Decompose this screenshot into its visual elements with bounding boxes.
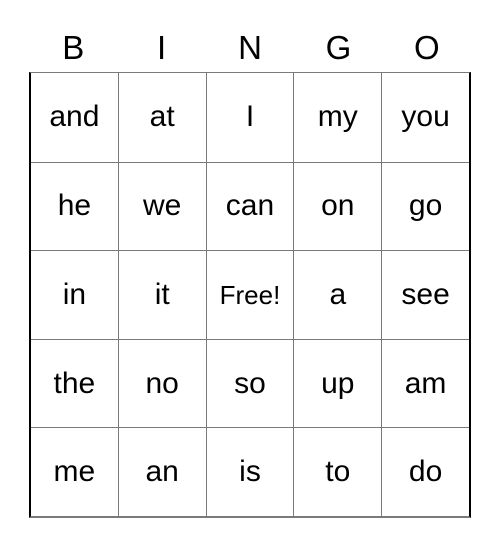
bingo-cell[interactable]: me (31, 427, 118, 516)
bingo-header-letter-g: G (325, 28, 352, 66)
bingo-cell[interactable]: see (381, 250, 469, 339)
bingo-header-letter-o: O (413, 28, 440, 66)
bingo-free-space-cell[interactable]: Free! (205, 250, 294, 339)
bingo-grid-row: he we can on go (31, 161, 469, 251)
bingo-cell[interactable]: is (205, 427, 294, 516)
bingo-grid: and at I my you he we can on go in it Fr… (29, 72, 471, 518)
bingo-cell[interactable]: a (293, 250, 382, 339)
bingo-cell[interactable]: the (31, 338, 118, 428)
bingo-grid-row: the no so up am (31, 338, 469, 428)
bingo-card: B I N G O and at I my you he we can on g… (29, 22, 471, 518)
bingo-cell[interactable]: go (381, 161, 469, 251)
bingo-cell[interactable]: an (117, 427, 206, 516)
bingo-cell[interactable]: up (293, 338, 382, 428)
bingo-cell[interactable]: in (31, 250, 118, 339)
bingo-header-letter-b: B (62, 28, 85, 66)
bingo-header-row: B I N G O (29, 22, 471, 72)
bingo-cell[interactable]: at (117, 73, 206, 162)
bingo-grid-row: and at I my you (31, 73, 469, 162)
bingo-cell[interactable]: so (205, 338, 294, 428)
bingo-cell[interactable]: my (293, 73, 382, 162)
bingo-cell[interactable]: am (381, 338, 469, 428)
bingo-header-letter-n: N (238, 28, 262, 66)
bingo-cell[interactable]: can (205, 161, 294, 251)
bingo-cell[interactable]: you (381, 73, 469, 162)
bingo-cell[interactable]: on (293, 161, 382, 251)
bingo-cell[interactable]: do (381, 427, 469, 516)
bingo-cell[interactable]: he (31, 161, 118, 251)
bingo-grid-row: me an is to do (31, 427, 469, 516)
bingo-header-letter-i: I (157, 28, 167, 66)
bingo-cell[interactable]: it (117, 250, 206, 339)
bingo-cell[interactable]: and (31, 73, 118, 162)
bingo-cell[interactable]: I (205, 73, 294, 162)
bingo-cell[interactable]: to (293, 427, 382, 516)
bingo-cell[interactable]: no (117, 338, 206, 428)
bingo-grid-row: in it Free! a see (31, 250, 469, 339)
bingo-cell[interactable]: we (117, 161, 206, 251)
